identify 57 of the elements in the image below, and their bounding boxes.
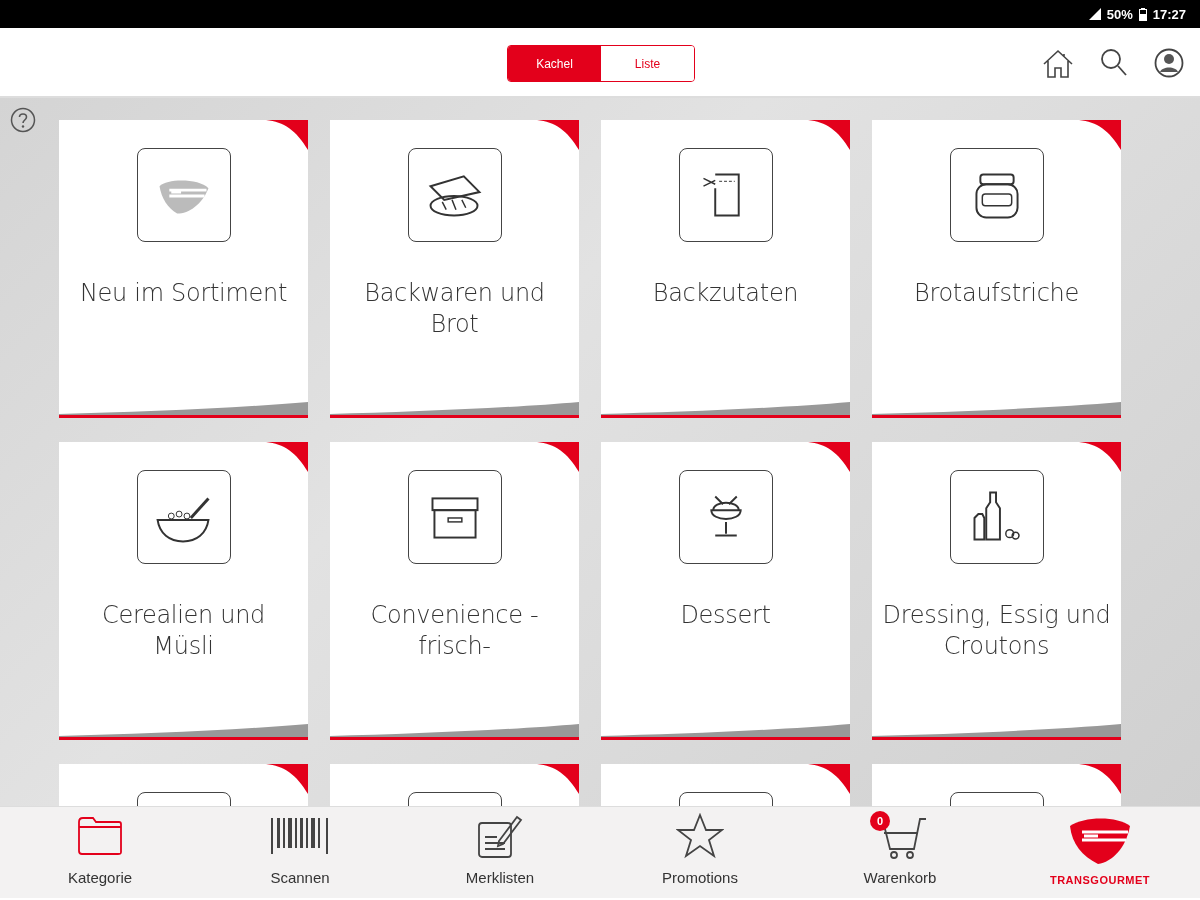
battery-percentage: 50% [1106, 6, 1133, 22]
jar-icon [949, 148, 1044, 242]
brand-logo[interactable]: TRANSGOURMET [1000, 807, 1200, 898]
corner-ribbon [266, 120, 308, 150]
bowl-logo-icon [136, 148, 231, 242]
tile-label: Neu im Sortiment [78, 278, 289, 309]
corner-ribbon [808, 764, 850, 794]
tile-label: Dressing, Essig und Croutons [882, 600, 1111, 662]
signal-icon [1088, 8, 1101, 20]
help-icon[interactable] [10, 107, 36, 133]
category-tile[interactable]: Backzutaten [601, 120, 850, 418]
category-tile[interactable]: Dressing, Essig und Croutons [872, 442, 1121, 740]
corner-ribbon [537, 442, 579, 472]
corner-ribbon [266, 442, 308, 472]
corner-ribbon [537, 120, 579, 150]
bowl-logo-icon [1068, 816, 1132, 866]
cereal-bowl-icon [136, 470, 231, 564]
category-tile[interactable]: Dessert [601, 442, 850, 740]
nav-item[interactable]: Promotions [600, 807, 800, 898]
nav-item[interactable]: Merklisten [400, 807, 600, 898]
tile-label: Backwaren und Brot [363, 278, 546, 340]
corner-ribbon [1079, 120, 1121, 150]
home-icon[interactable] [1042, 48, 1074, 80]
account-icon[interactable] [1154, 48, 1184, 78]
bag-icon [678, 148, 773, 242]
view-tab[interactable]: Kachel [508, 46, 601, 81]
category-tile[interactable]: Cerealien und Müsli [59, 442, 308, 740]
corner-ribbon [808, 442, 850, 472]
barcode-icon [270, 818, 330, 854]
notepad-pencil-icon [477, 813, 523, 859]
corner-ribbon [1079, 442, 1121, 472]
category-tile[interactable]: Brotaufstriche [872, 120, 1121, 418]
tile-label: Backzutaten [651, 278, 800, 309]
star-icon [676, 813, 724, 859]
folder-icon [77, 816, 123, 856]
tile-label: Brotaufstriche [913, 278, 1080, 309]
tile-label: Cerealien und Müsli [100, 600, 266, 662]
search-icon[interactable] [1100, 48, 1128, 78]
tile-label: Convenience - frisch- [369, 600, 540, 662]
battery-icon [1138, 7, 1147, 21]
bottles-icon [949, 470, 1044, 564]
category-tile[interactable]: Backwaren und Brot [330, 120, 579, 418]
nav-item[interactable]: 0 Warenkorb [800, 807, 1000, 898]
corner-ribbon [808, 120, 850, 150]
corner-ribbon [537, 764, 579, 794]
nav-item[interactable]: Scannen [200, 807, 400, 898]
category-tile[interactable]: Convenience - frisch- [330, 442, 579, 740]
corner-ribbon [1079, 764, 1121, 794]
nav-item[interactable]: Kategorie [0, 807, 200, 898]
corner-ribbon [266, 764, 308, 794]
clock-time: 17:27 [1152, 6, 1186, 22]
category-tile[interactable]: Neu im Sortiment [59, 120, 308, 418]
tile-label: Dessert [679, 600, 772, 631]
ice-cream-cup-icon [678, 470, 773, 564]
cart-count-badge: 0 [870, 811, 890, 831]
box-icon [407, 470, 502, 564]
cheese-bread-icon [407, 148, 502, 242]
